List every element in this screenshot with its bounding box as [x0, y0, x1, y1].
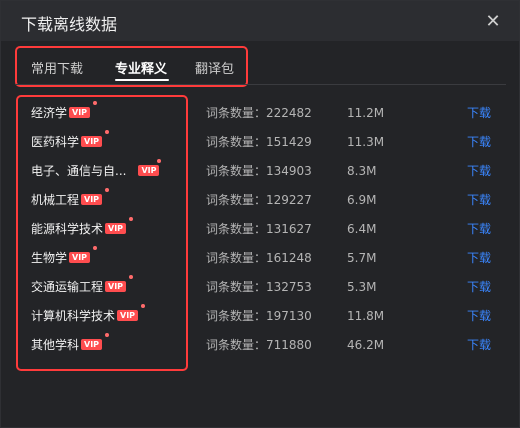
vip-badge: VIP [81, 194, 103, 205]
tab-translation-pack[interactable]: 翻译包 [195, 58, 234, 77]
category-label: 经济学 [31, 106, 68, 120]
close-button[interactable]: ✕ [483, 10, 503, 32]
entry-count: 词条数量：711880 [206, 338, 312, 352]
category-name: 经济学 VIP [31, 98, 97, 127]
tab-professional-definitions[interactable]: 专业释义 [115, 58, 167, 77]
vip-badge: VIP [117, 310, 139, 321]
vip-badge: VIP [69, 107, 91, 118]
entry-count: 词条数量：134903 [206, 164, 312, 178]
vip-badge: VIP [81, 136, 103, 147]
list-item: 其他学科 VIP 词条数量：711880 46.2M 下载 [1, 330, 519, 359]
file-size: 6.9M [347, 192, 377, 207]
offline-data-dialog: 下载离线数据 ✕ 常用下载 专业释义 翻译包 经济学 VIP 词条数量：2224… [0, 0, 520, 428]
new-dot-icon [129, 217, 133, 221]
category-name: 生物学 VIP [31, 243, 97, 272]
category-label: 医药科学 [31, 135, 80, 149]
file-size: 6.4M [347, 221, 377, 236]
list-item: 能源科学技术 VIP 词条数量：131627 6.4M 下载 [1, 214, 519, 243]
category-name: 电子、通信与自... VIP [31, 156, 161, 185]
entry-count: 词条数量：131627 [206, 222, 312, 236]
entry-count: 词条数量：129227 [206, 193, 312, 207]
category-label: 机械工程 [31, 193, 80, 207]
list-item: 医药科学 VIP 词条数量：151429 11.3M 下载 [1, 127, 519, 156]
download-link[interactable]: 下载 [467, 214, 491, 243]
tabs-divider [15, 84, 506, 85]
file-size: 46.2M [347, 337, 385, 352]
category-label: 生物学 [31, 251, 68, 265]
entry-count: 词条数量：132753 [206, 280, 312, 294]
entry-count: 词条数量：151429 [206, 135, 312, 149]
dialog-title: 下载离线数据 [21, 15, 118, 34]
new-dot-icon [105, 130, 109, 134]
download-link[interactable]: 下载 [467, 156, 491, 185]
vip-badge: VIP [105, 223, 127, 234]
list-item: 生物学 VIP 词条数量：161248 5.7M 下载 [1, 243, 519, 272]
file-size: 11.8M [347, 308, 385, 323]
vip-badge: VIP [105, 281, 127, 292]
file-size: 11.2M [347, 105, 385, 120]
new-dot-icon [93, 246, 97, 250]
list-item: 经济学 VIP 词条数量：222482 11.2M 下载 [1, 98, 519, 127]
new-dot-icon [157, 159, 161, 163]
download-link[interactable]: 下载 [467, 98, 491, 127]
category-name: 其他学科 VIP [31, 330, 109, 359]
entry-count: 词条数量：161248 [206, 251, 312, 265]
category-name: 能源科学技术 VIP [31, 214, 133, 243]
list-item: 计算机科学技术 VIP 词条数量：197130 11.8M 下载 [1, 301, 519, 330]
new-dot-icon [93, 101, 97, 105]
title-bar: 下载离线数据 ✕ [1, 1, 519, 41]
download-link[interactable]: 下载 [467, 272, 491, 301]
category-label: 能源科学技术 [31, 222, 104, 236]
category-name: 机械工程 VIP [31, 185, 109, 214]
close-icon: ✕ [485, 10, 501, 32]
download-link[interactable]: 下载 [467, 243, 491, 272]
new-dot-icon [105, 188, 109, 192]
file-size: 5.3M [347, 279, 377, 294]
entry-count: 词条数量：197130 [206, 309, 312, 323]
category-label: 计算机科学技术 [31, 309, 116, 323]
category-name: 医药科学 VIP [31, 127, 109, 156]
download-link[interactable]: 下载 [467, 330, 491, 359]
vip-badge: VIP [138, 165, 160, 176]
list-item: 交通运输工程 VIP 词条数量：132753 5.3M 下载 [1, 272, 519, 301]
download-link[interactable]: 下载 [467, 185, 491, 214]
new-dot-icon [129, 275, 133, 279]
category-label: 其他学科 [31, 338, 80, 352]
new-dot-icon [141, 304, 145, 308]
category-name: 交通运输工程 VIP [31, 272, 133, 301]
file-size: 5.7M [347, 250, 377, 265]
new-dot-icon [105, 333, 109, 337]
list-item: 电子、通信与自... VIP 词条数量：134903 8.3M 下载 [1, 156, 519, 185]
file-size: 11.3M [347, 134, 385, 149]
download-link[interactable]: 下载 [467, 301, 491, 330]
active-tab-underline [115, 79, 169, 81]
download-link[interactable]: 下载 [467, 127, 491, 156]
entry-count: 词条数量：222482 [206, 106, 312, 120]
tab-common-downloads[interactable]: 常用下载 [31, 58, 83, 77]
category-label: 交通运输工程 [31, 280, 104, 294]
tabs-highlight-box: 常用下载 专业释义 翻译包 [15, 46, 248, 87]
vip-badge: VIP [69, 252, 91, 263]
category-label: 电子、通信与自... [31, 164, 127, 178]
list-item: 机械工程 VIP 词条数量：129227 6.9M 下载 [1, 185, 519, 214]
category-name: 计算机科学技术 VIP [31, 301, 145, 330]
file-size: 8.3M [347, 163, 377, 178]
vip-badge: VIP [81, 339, 103, 350]
